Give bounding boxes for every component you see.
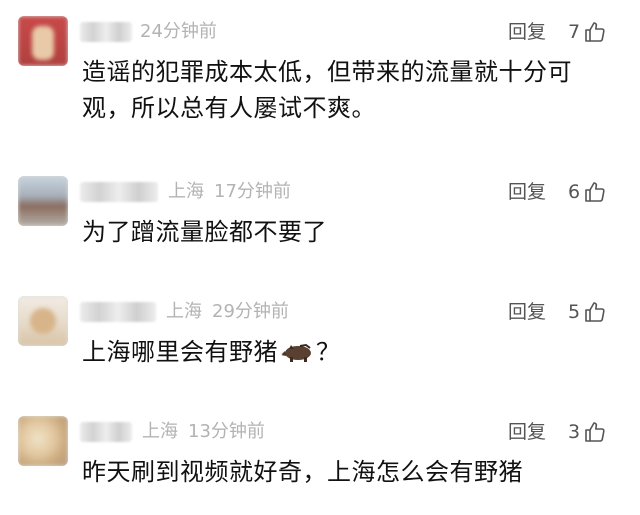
comment-item: 上海 13分钟前 回复 3 昨天刷到视频就好奇，上海怎么会有野猪 [0, 416, 640, 506]
thumbs-up-icon [585, 182, 605, 202]
thumbs-up-icon [585, 302, 605, 322]
comment-time: 17分钟前 [214, 181, 291, 202]
comment-list: 24分钟前 回复 7 造谣的犯罪成本太低，但带来的流量就十分可观，所以总有人屡试… [0, 0, 640, 515]
like-count: 6 [568, 181, 581, 203]
comment-text-part: ？ [316, 338, 341, 366]
comment-meta: 上海 13分钟前 [142, 418, 265, 446]
comment-text: 昨天刷到视频就好奇，上海怎么会有野猪 [82, 458, 523, 486]
boar-emoji-icon [280, 343, 311, 362]
username-blurred [80, 182, 158, 202]
comment-text: 为了蹭流量脸都不要了 [82, 218, 327, 246]
comment-meta: 上海 17分钟前 [168, 178, 291, 206]
comment-item: 24分钟前 回复 7 造谣的犯罪成本太低，但带来的流量就十分可观，所以总有人屡试… [0, 16, 640, 136]
avatar[interactable] [18, 16, 68, 66]
reply-button[interactable]: 回复 [508, 298, 546, 326]
like-count: 7 [568, 21, 581, 43]
comment-meta: 24分钟前 [140, 18, 217, 46]
reply-button[interactable]: 回复 [508, 418, 546, 446]
username-blurred [80, 22, 132, 42]
like-button[interactable]: 6 [568, 178, 607, 206]
like-button[interactable]: 7 [568, 18, 607, 46]
avatar[interactable] [18, 176, 68, 226]
comment-item: 上海 29分钟前 回复 5 上海哪里会有野猪 ？ [0, 296, 640, 386]
reply-button[interactable]: 回复 [508, 18, 546, 46]
comment-item: 上海 17分钟前 回复 6 为了蹭流量脸都不要了 [0, 176, 640, 266]
comment-time: 13分钟前 [188, 421, 265, 442]
comment-meta: 上海 29分钟前 [166, 298, 289, 326]
like-count: 5 [568, 301, 581, 323]
comment-time: 29分钟前 [212, 301, 289, 322]
comment-time: 24分钟前 [140, 21, 217, 42]
username-blurred [80, 302, 156, 322]
reply-button[interactable]: 回复 [508, 178, 546, 206]
thumbs-up-icon [585, 422, 605, 442]
comment-text: 上海哪里会有野猪 ？ [82, 334, 592, 370]
comment-location: 上海 [166, 301, 202, 322]
username-blurred [80, 422, 132, 442]
comment-location: 上海 [168, 181, 204, 202]
comment-text-part: 上海哪里会有野猪 [82, 338, 278, 366]
like-button[interactable]: 5 [568, 298, 607, 326]
like-button[interactable]: 3 [568, 418, 607, 446]
comment-location: 上海 [142, 421, 178, 442]
like-count: 3 [568, 421, 581, 443]
avatar[interactable] [18, 296, 68, 346]
thumbs-up-icon [585, 22, 605, 42]
avatar[interactable] [18, 416, 68, 466]
comment-text: 造谣的犯罪成本太低，但带来的流量就十分可观，所以总有人屡试不爽。 [82, 58, 572, 122]
